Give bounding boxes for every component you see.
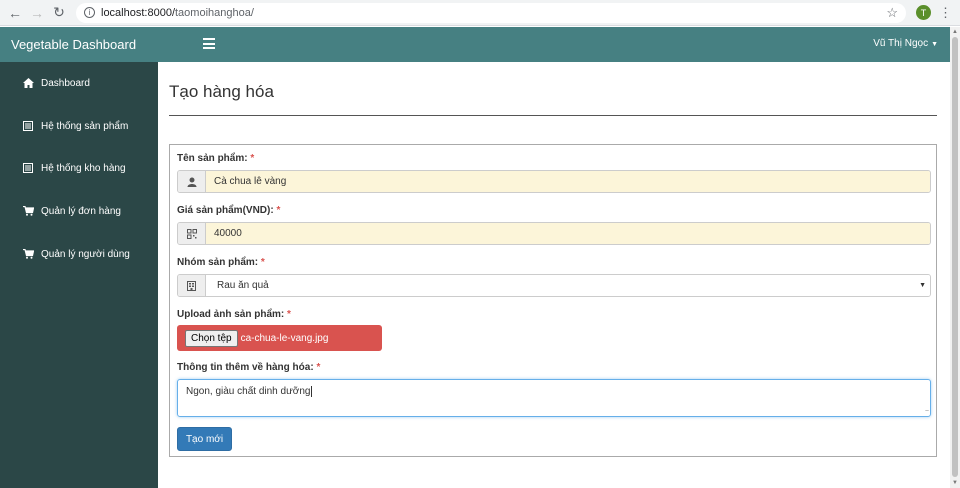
sidebar-item-dashboard[interactable]: Dashboard (0, 62, 158, 104)
building-icon (178, 275, 206, 296)
sidebar-item-warehouse[interactable]: Hệ thống kho hàng (0, 147, 158, 189)
product-name-group: Cà chua lê vàng (177, 170, 931, 193)
sidebar-item-label: Dashboard (41, 77, 90, 89)
back-arrow-icon[interactable]: ← (4, 2, 26, 24)
sidebar-item-users[interactable]: Quản lý người dùng (0, 233, 158, 275)
page-scrollbar[interactable]: ▲ ▼ (950, 27, 960, 488)
create-button[interactable]: Tạo mới (177, 427, 232, 451)
sidebar-item-label: Quản lý người dùng (41, 248, 130, 260)
forward-arrow-icon[interactable]: → (26, 2, 48, 24)
sidebar-item-products[interactable]: Hệ thống sản phẩm (0, 105, 158, 147)
user-icon (178, 171, 206, 192)
menu-toggle-icon[interactable] (203, 38, 215, 49)
browser-toolbar: ← → ↻ i localhost:8000/taomoihanghoa/ ☆ … (0, 0, 960, 26)
extra-info-textarea[interactable]: Ngon, giàu chất dinh dưỡng − (177, 379, 931, 417)
sidebar: Dashboard Hệ thống sản phẩm Hệ thống kho… (0, 62, 158, 488)
info-icon[interactable]: i (84, 7, 95, 18)
caret-down-icon: ▼ (931, 41, 938, 48)
brand-title[interactable]: Vegetable Dashboard (11, 37, 136, 52)
extra-info-label: Thông tin thêm về hàng hóa: * (177, 362, 321, 373)
scroll-down-icon[interactable]: ▼ (952, 480, 958, 486)
chevron-down-icon: ▼ (919, 282, 926, 289)
scrollbar-thumb[interactable] (952, 37, 958, 477)
product-price-group: 40000 (177, 222, 931, 245)
product-group-group: Rau ăn quả ▼ (177, 274, 931, 297)
product-group-label: Nhóm sản phẩm: * (177, 257, 265, 268)
main-content: Tạo hàng hóa Tên sản phẩm: * Cà chua lê … (158, 62, 950, 488)
reload-icon[interactable]: ↻ (48, 2, 70, 24)
browser-menu-icon[interactable]: ⋮ (939, 5, 952, 21)
home-icon (22, 78, 34, 88)
resize-handle-icon[interactable]: − (925, 408, 929, 415)
upload-label: Upload ảnh sản phẩm: * (177, 309, 291, 320)
bookmark-star-icon[interactable]: ☆ (886, 5, 898, 21)
cart-icon (22, 249, 34, 259)
product-group-select[interactable]: Rau ăn quả ▼ (206, 275, 930, 296)
user-menu[interactable]: Vũ Thị Ngọc ▼ (873, 38, 938, 49)
sidebar-item-label: Hệ thống sản phẩm (41, 120, 129, 132)
user-name: Vũ Thị Ngọc (873, 38, 929, 49)
address-bar[interactable]: i localhost:8000/taomoihanghoa/ ☆ (76, 2, 906, 23)
product-name-label: Tên sản phẩm: * (177, 153, 255, 164)
scroll-up-icon[interactable]: ▲ (952, 29, 958, 35)
file-upload: Chọn tệp ca-chua-le-vang.jpg (177, 325, 382, 351)
cart-icon (22, 206, 34, 216)
url-host: localhost:8000/ (101, 6, 175, 19)
url-path: taomoihanghoa/ (175, 6, 254, 19)
product-form-panel: Tên sản phẩm: * Cà chua lê vàng Giá sản … (169, 144, 937, 457)
page-title: Tạo hàng hóa (169, 82, 274, 101)
list-icon (22, 121, 34, 131)
top-navbar: Vegetable Dashboard Vũ Thị Ngọc ▼ (0, 27, 950, 62)
product-price-input[interactable]: 40000 (206, 223, 930, 244)
qrcode-icon (178, 223, 206, 244)
product-name-input[interactable]: Cà chua lê vàng (206, 171, 930, 192)
list-icon (22, 163, 34, 173)
title-divider (169, 115, 937, 116)
sidebar-item-orders[interactable]: Quản lý đơn hàng (0, 190, 158, 232)
profile-avatar[interactable]: T (916, 5, 931, 20)
sidebar-item-label: Hệ thống kho hàng (41, 162, 126, 174)
product-price-label: Giá sản phẩm(VND): * (177, 205, 281, 216)
choose-file-button[interactable]: Chọn tệp (185, 329, 238, 347)
file-name: ca-chua-le-vang.jpg (240, 332, 329, 344)
sidebar-item-label: Quản lý đơn hàng (41, 205, 121, 217)
